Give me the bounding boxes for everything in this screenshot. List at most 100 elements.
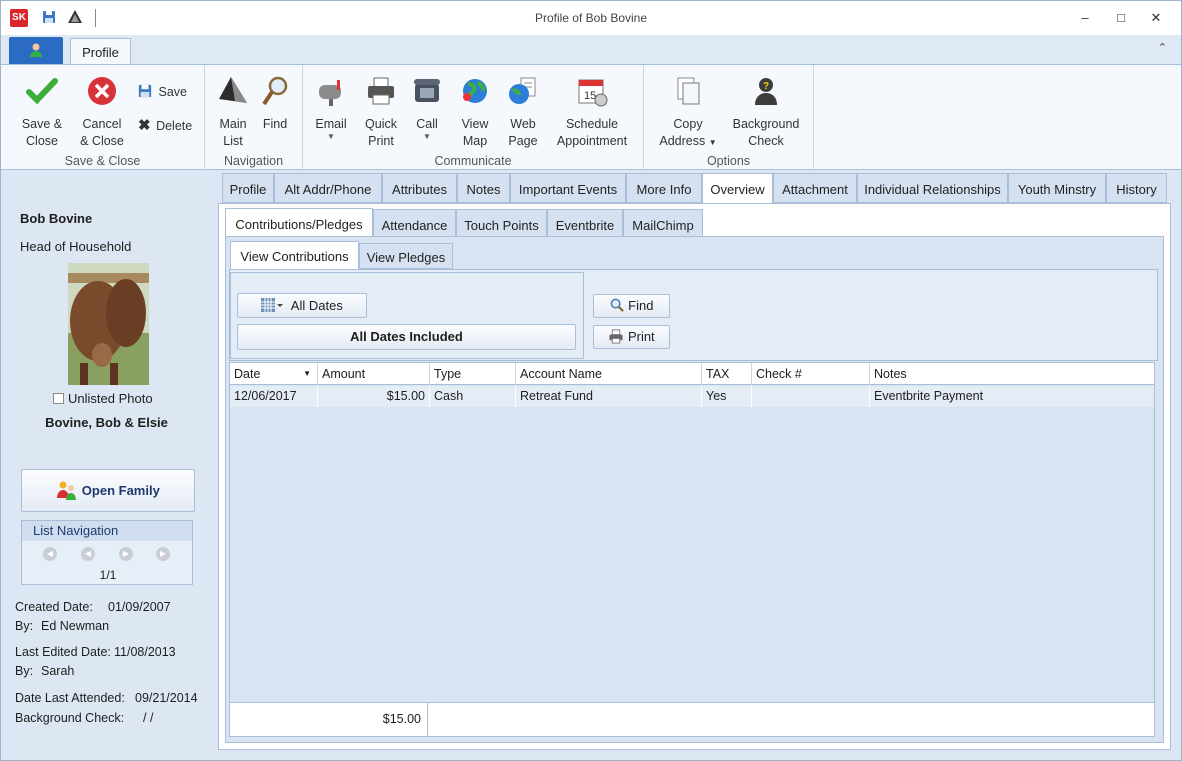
date-range-dropdown[interactable]: All Dates (237, 293, 367, 318)
save-close-button[interactable]: Save & Close (13, 75, 71, 150)
created-date-value: 01/09/2007 (108, 600, 171, 614)
cancel-close-button[interactable]: Cancel & Close (73, 75, 131, 150)
previous-record-icon[interactable]: ◀ (81, 547, 95, 561)
copy-address-button[interactable]: Copy Address ▼ (652, 75, 724, 151)
person-name: Bob Bovine (20, 211, 93, 226)
unlisted-photo-checkbox[interactable] (53, 393, 64, 404)
column-header-tax[interactable]: TAX (702, 363, 752, 385)
filter-area: All Dates All Dates Included Find Print (229, 269, 1158, 361)
tab-notes[interactable]: Notes (457, 173, 510, 203)
column-header-date[interactable]: Date ▼ (230, 363, 318, 385)
tab-alt-addr-phone[interactable]: Alt Addr/Phone (274, 173, 382, 203)
close-window-button[interactable]: ✕ (1141, 7, 1171, 29)
column-header-account[interactable]: Account Name (516, 363, 702, 385)
list-navigation-box: List Navigation ◀ ◀ ▶ ▶ 1/1 (21, 520, 193, 585)
call-button[interactable]: Call ▼ (409, 75, 445, 141)
ribbon-group-navigation: Main List Find Navigation (205, 65, 303, 171)
email-button[interactable]: Email ▼ (311, 75, 351, 141)
tab-attributes[interactable]: Attributes (382, 173, 457, 203)
delete-button[interactable]: ✖ Delete (138, 116, 192, 136)
tab-profile[interactable]: Profile (222, 173, 274, 203)
column-header-type[interactable]: Type (430, 363, 516, 385)
ribbon-tab-strip: Profile ⌃ (1, 35, 1181, 66)
tab-overview[interactable]: Overview (702, 173, 773, 204)
next-record-icon[interactable]: ▶ (119, 547, 133, 561)
ribbon-group-communicate: Email ▼ Quick Print Call ▼ View Map Web (303, 65, 644, 171)
created-by-label: By: (15, 619, 34, 633)
tab-attachment[interactable]: Attachment (773, 173, 857, 203)
quick-print-button[interactable]: Quick Print (359, 75, 403, 150)
svg-text:?: ? (763, 81, 769, 92)
column-header-amount[interactable]: Amount (318, 363, 430, 385)
printer-small-icon (609, 329, 623, 344)
overview-panel: Contributions/Pledges Attendance Touch P… (218, 203, 1171, 750)
unlisted-photo-label: Unlisted Photo (68, 391, 153, 406)
contributions-grid: Date ▼ Amount Type Account Name TAX Check… (229, 362, 1155, 737)
main-list-button[interactable]: Main List (213, 75, 253, 150)
svg-text:15: 15 (584, 90, 596, 102)
user-icon (30, 43, 42, 57)
print-button[interactable]: Print (593, 325, 670, 349)
ribbon-group-options: Copy Address ▼ ? Background Check Option… (644, 65, 814, 171)
background-check-icon: ? (755, 78, 777, 105)
family-icon (57, 481, 77, 500)
group-label: Communicate (434, 154, 512, 168)
background-check-value: / / (143, 711, 154, 725)
view-map-button[interactable]: View Map (455, 75, 495, 150)
ribbon-tab-profile[interactable]: Profile (70, 38, 131, 66)
dropdown-arrow-icon: ▼ (423, 132, 431, 141)
column-header-notes[interactable]: Notes (870, 363, 1154, 385)
last-attended-label: Date Last Attended: (15, 691, 125, 705)
group-label: Save & Close (64, 154, 141, 168)
table-row[interactable]: 12/06/2017 $15.00 Cash Retreat Fund Yes … (230, 386, 1154, 407)
tab-important-events[interactable]: Important Events (510, 173, 626, 203)
application-menu-button[interactable] (9, 37, 63, 64)
first-record-icon[interactable]: ◀ (43, 547, 57, 561)
tab-youth-ministry[interactable]: Youth Minstry (1008, 173, 1106, 203)
last-attended-value: 09/21/2014 (135, 691, 198, 705)
last-record-icon[interactable]: ▶ (156, 547, 170, 561)
cell-notes: Eventbrite Payment (874, 389, 984, 403)
subtab-touch-points[interactable]: Touch Points (456, 209, 547, 238)
find-ribbon-button[interactable]: Find (257, 75, 293, 133)
find-button[interactable]: Find (593, 294, 670, 318)
ribbon-group-save-close: Save & Close Cancel & Close Save ✖ Delet… (1, 65, 205, 171)
tab-more-info[interactable]: More Info (626, 173, 702, 203)
background-check-button[interactable]: ? Background Check (728, 75, 804, 150)
group-label: Options (706, 154, 751, 168)
calendar-icon: 15 (578, 79, 608, 107)
schedule-appointment-button[interactable]: 15 Schedule Appointment (551, 75, 633, 150)
cell-type: Cash (430, 386, 516, 407)
last-edited-label: Last Edited Date: (15, 645, 111, 659)
person-photo[interactable] (68, 263, 149, 385)
column-header-check[interactable]: Check # (752, 363, 870, 385)
collapse-ribbon-icon[interactable]: ⌃ (1158, 41, 1167, 54)
web-page-button[interactable]: Web Page (503, 75, 543, 150)
edited-by-value: Sarah (41, 664, 75, 678)
dropdown-arrow-icon: ▼ (327, 132, 335, 141)
profile-window: SK Profile of Bob Bovine – □ ✕ Profile ⌃… (0, 0, 1182, 761)
viewtab-contributions[interactable]: View Contributions (230, 241, 359, 270)
created-by-value: Ed Newman (41, 619, 110, 633)
subtab-mailchimp[interactable]: MailChimp (623, 209, 703, 238)
person-role: Head of Household (20, 239, 132, 254)
subtab-eventbrite[interactable]: Eventbrite (547, 209, 623, 238)
subtab-contributions-pledges[interactable]: Contributions/Pledges (225, 208, 373, 239)
record-position: 1/1 (99, 568, 117, 582)
minimize-button[interactable]: – (1070, 7, 1100, 29)
cell-amount: $15.00 (318, 386, 430, 407)
tab-individual-relationships[interactable]: Individual Relationships (857, 173, 1008, 203)
floppy-icon (138, 84, 152, 98)
sort-descending-icon: ▼ (303, 369, 311, 378)
created-date-label: Created Date: (15, 600, 93, 614)
save-button[interactable]: Save (138, 82, 187, 102)
subtab-attendance[interactable]: Attendance (373, 209, 456, 238)
viewtab-pledges[interactable]: View Pledges (359, 243, 453, 269)
content-area: Profile Alt Addr/Phone Attributes Notes … (216, 173, 1171, 753)
contributions-panel: View Contributions View Pledges All Date… (225, 236, 1164, 743)
maximize-button[interactable]: □ (1106, 7, 1136, 29)
tab-history[interactable]: History (1106, 173, 1167, 203)
ribbon: Save & Close Cancel & Close Save ✖ Delet… (1, 64, 1181, 171)
web-page-icon (509, 77, 536, 104)
open-family-button[interactable]: Open Family (21, 469, 195, 512)
